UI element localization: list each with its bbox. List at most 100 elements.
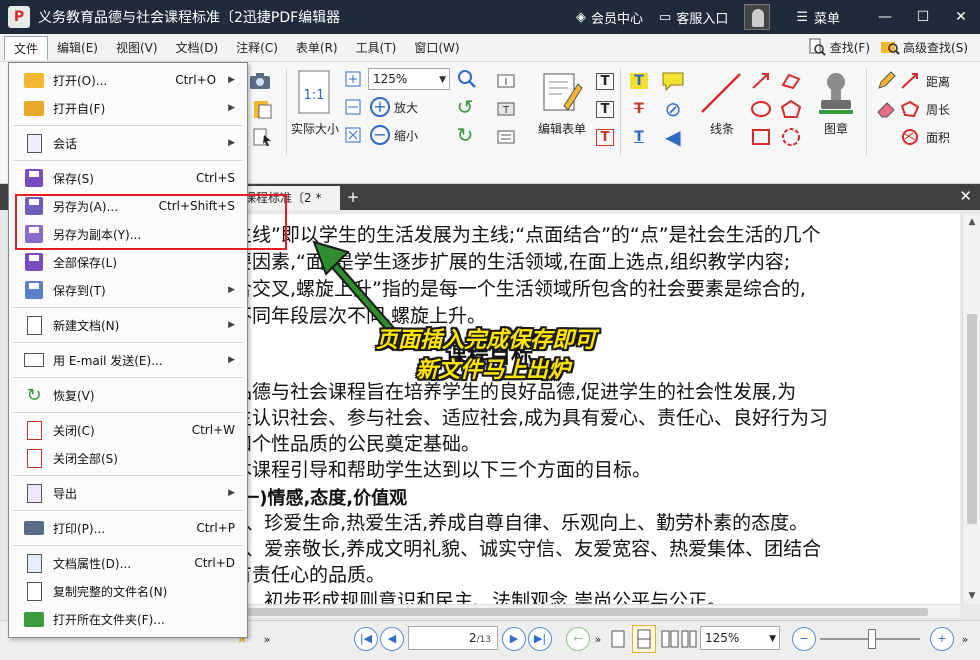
- advanced-find-button[interactable]: 高级查找(S): [880, 37, 968, 57]
- menu-comment[interactable]: 注释(C): [227, 36, 287, 60]
- polygon-shape-icon[interactable]: [778, 98, 804, 120]
- zoom-select[interactable]: 125%: [368, 68, 450, 90]
- scroll-down-icon[interactable]: ▼: [963, 588, 980, 604]
- user-avatar[interactable]: [744, 4, 771, 30]
- menu-tools[interactable]: 工具(T): [347, 36, 406, 60]
- fit-width-icon[interactable]: [344, 98, 362, 116]
- polyline-shape-icon[interactable]: [778, 70, 804, 92]
- attachment-icon[interactable]: ⊘: [660, 98, 686, 120]
- page-number-field[interactable]: 2/13: [408, 626, 498, 650]
- vertical-scrollbar[interactable]: ▲ ▼: [962, 214, 980, 604]
- actual-size-label[interactable]: 实际大小: [288, 120, 342, 136]
- zoom-in-button[interactable]: + 放大: [370, 96, 426, 118]
- perimeter-tool-button[interactable]: 周长: [900, 98, 960, 120]
- scroll-up-icon[interactable]: ▲: [963, 214, 980, 230]
- maximize-button[interactable]: ☐: [904, 9, 942, 25]
- edit-form-icon[interactable]: [538, 68, 586, 116]
- textbox-icon[interactable]: T: [592, 98, 618, 120]
- vip-center-link[interactable]: ◈ 会员中心: [576, 8, 643, 27]
- select-tool-icon[interactable]: [248, 126, 278, 148]
- status-zoom-out-button[interactable]: −: [792, 627, 816, 651]
- highlight-text-icon[interactable]: T: [626, 70, 652, 92]
- callout-icon[interactable]: T: [592, 126, 618, 148]
- file-menu-save-to[interactable]: 保存到(T) ▶: [9, 277, 247, 303]
- menu-document[interactable]: 文档(D): [167, 36, 228, 60]
- list-field-icon[interactable]: [494, 126, 522, 148]
- horizontal-scrollbar[interactable]: [208, 604, 960, 618]
- next-page-button[interactable]: ▶: [502, 627, 526, 651]
- file-menu-open-folder[interactable]: 打开所在文件夹(F)...: [9, 606, 247, 632]
- status-more-chevron-icon[interactable]: »: [958, 627, 972, 651]
- paste-icon[interactable]: [248, 98, 278, 120]
- single-page-view-icon[interactable]: [608, 627, 628, 651]
- distance-tool-button[interactable]: 距离: [900, 70, 960, 92]
- continuous-page-view-icon[interactable]: [632, 625, 656, 653]
- new-tab-button[interactable]: +: [344, 188, 362, 206]
- rectangle-shape-icon[interactable]: [748, 126, 774, 148]
- file-menu-properties[interactable]: 文档属性(D)... Ctrl+D: [9, 550, 247, 576]
- sound-icon[interactable]: ◀: [660, 126, 686, 148]
- menu-file[interactable]: 文件: [4, 35, 49, 60]
- button-field-icon[interactable]: T: [494, 98, 522, 120]
- previous-page-button[interactable]: ◀: [380, 627, 404, 651]
- status-zoom-in-button[interactable]: +: [930, 627, 954, 651]
- file-menu-export[interactable]: 导出 ▶: [9, 480, 247, 506]
- area-tool-button[interactable]: 面积: [900, 126, 960, 148]
- zoom-out-button[interactable]: − 缩小: [370, 124, 426, 146]
- line-tool-label[interactable]: 线条: [700, 120, 744, 136]
- menu-form[interactable]: 表单(R): [287, 36, 347, 60]
- line-tool-icon[interactable]: [696, 68, 746, 118]
- file-menu-save[interactable]: 保存(S) Ctrl+S: [9, 165, 247, 191]
- menu-edit[interactable]: 编辑(E): [48, 36, 107, 60]
- last-page-button[interactable]: ▶|: [528, 627, 552, 651]
- nav-panel-chevron-icon[interactable]: »: [260, 627, 274, 651]
- first-page-button[interactable]: |◀: [354, 627, 378, 651]
- file-menu-print[interactable]: 打印(P)... Ctrl+P: [9, 515, 247, 541]
- text-field-icon[interactable]: I: [494, 70, 522, 92]
- edit-form-label[interactable]: 编辑表单: [532, 120, 592, 136]
- facing-page-view-icon[interactable]: [660, 627, 680, 651]
- close-button[interactable]: ✕: [942, 9, 980, 25]
- rotate-left-icon[interactable]: ↺: [454, 96, 476, 118]
- pencil-icon[interactable]: [874, 70, 898, 92]
- file-menu-new-document[interactable]: 新建文档(N) ▶: [9, 312, 247, 338]
- file-menu-session[interactable]: 会话 ▶: [9, 130, 247, 156]
- cloud-shape-icon[interactable]: [778, 126, 804, 148]
- camera-icon[interactable]: [248, 70, 272, 92]
- stamp-label[interactable]: 图章: [816, 120, 856, 136]
- note-icon[interactable]: [660, 70, 686, 92]
- fit-page-icon[interactable]: [344, 70, 362, 88]
- file-menu-copy-filename[interactable]: 复制完整的文件名(N): [9, 578, 247, 604]
- menu-window[interactable]: 窗口(W): [405, 36, 468, 60]
- file-menu-close-all[interactable]: 关闭全部(S): [9, 445, 247, 471]
- arrow-shape-icon[interactable]: [748, 70, 774, 92]
- main-menu-button[interactable]: ☰ 菜单: [796, 8, 840, 27]
- status-zoom-select[interactable]: 125%: [700, 626, 780, 650]
- file-menu-restore[interactable]: ↻ 恢复(V): [9, 382, 247, 408]
- file-menu-open-from[interactable]: 打开自(F) ▶: [9, 95, 247, 121]
- vertical-scroll-thumb[interactable]: [967, 314, 977, 524]
- stamp-icon[interactable]: [812, 68, 860, 118]
- underline-text-icon[interactable]: T: [626, 126, 652, 148]
- continuous-facing-view-icon[interactable]: [680, 627, 698, 651]
- oval-shape-icon[interactable]: [748, 98, 774, 120]
- file-menu-send-email[interactable]: 用 E-mail 发送(E)... ▶: [9, 347, 247, 373]
- menu-view[interactable]: 视图(V): [107, 36, 167, 60]
- zoom-tool-icon[interactable]: [456, 68, 478, 90]
- horizontal-scroll-thumb[interactable]: [228, 608, 928, 616]
- file-menu-close[interactable]: 关闭(C) Ctrl+W: [9, 417, 247, 443]
- actual-size-icon[interactable]: 1:1: [292, 68, 336, 116]
- zoom-slider-thumb[interactable]: [868, 629, 876, 649]
- file-menu-save-all[interactable]: 全部保存(L): [9, 249, 247, 275]
- typewriter-icon[interactable]: T: [592, 70, 618, 92]
- strikeout-text-icon[interactable]: T: [626, 98, 652, 120]
- rotate-right-icon[interactable]: ↻: [454, 124, 476, 146]
- find-button[interactable]: 查找(F): [807, 37, 870, 57]
- customer-service-link[interactable]: ▭ 客服入口: [659, 8, 728, 27]
- file-menu-open[interactable]: 打开(O)... Ctrl+O ▶: [9, 67, 247, 93]
- fit-visible-icon[interactable]: [344, 126, 362, 144]
- go-back-button[interactable]: ←: [566, 627, 590, 651]
- minimize-button[interactable]: —: [866, 9, 904, 25]
- history-chevron-icon[interactable]: »: [592, 627, 604, 651]
- close-tab-button[interactable]: ✕: [959, 187, 972, 205]
